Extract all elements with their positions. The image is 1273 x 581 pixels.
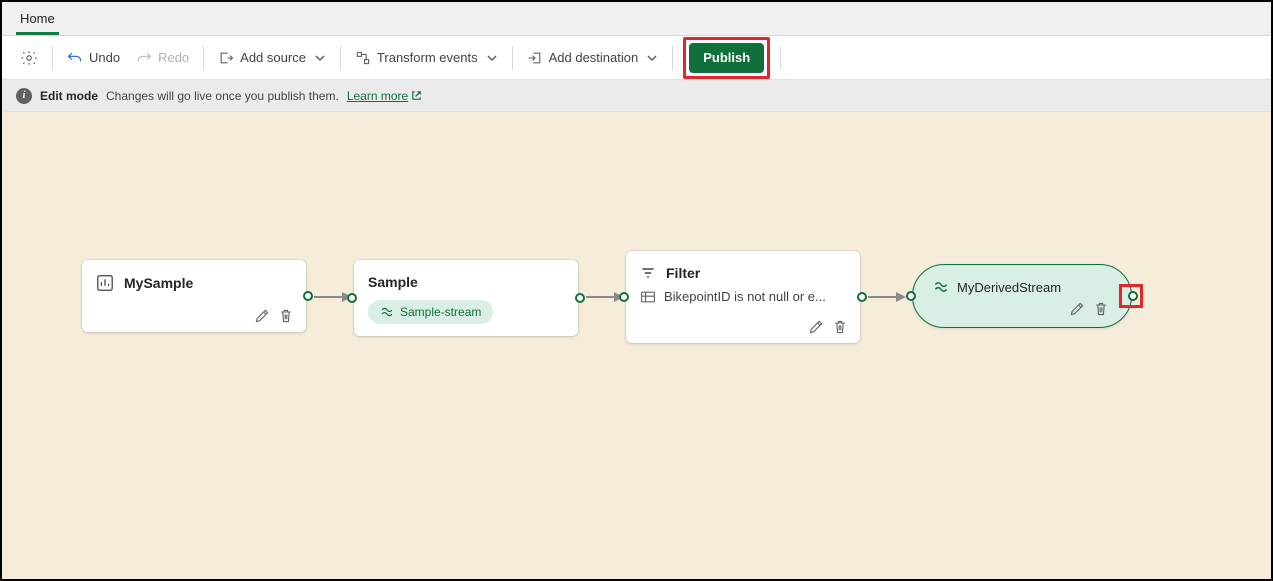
connector (312, 290, 352, 304)
transform-label: Transform events (377, 50, 478, 65)
edit-icon[interactable] (1069, 301, 1085, 317)
separator (340, 46, 341, 70)
chevron-down-icon (646, 52, 658, 64)
stream-chip[interactable]: Sample-stream (368, 300, 493, 324)
separator (512, 46, 513, 70)
separator (203, 46, 204, 70)
redo-label: Redo (158, 50, 189, 65)
edit-icon[interactable] (808, 319, 824, 335)
chip-label: Sample-stream (400, 305, 481, 319)
tab-home[interactable]: Home (16, 3, 59, 35)
toolbar: Undo Redo Add source Transform events Ad… (2, 36, 1271, 80)
add-destination-button[interactable]: Add destination (519, 42, 667, 74)
chevron-down-icon (314, 52, 326, 64)
add-source-label: Add source (240, 50, 306, 65)
connector (866, 290, 906, 304)
publish-label: Publish (703, 50, 750, 65)
filter-expression: BikepointID is not null or e... (664, 289, 826, 304)
node-destination[interactable]: MyDerivedStream (912, 264, 1132, 328)
node-mysample[interactable]: MySample (82, 260, 306, 332)
node-filter[interactable]: Filter BikepointID is not null or e... (626, 251, 860, 343)
transform-icon (355, 50, 371, 66)
add-destination-icon (527, 50, 543, 66)
undo-button[interactable]: Undo (59, 42, 128, 74)
node-title: MyDerivedStream (957, 280, 1061, 295)
filter-icon (640, 265, 656, 281)
bar-chart-icon (96, 274, 114, 292)
connector (584, 290, 624, 304)
output-port-highlight (1119, 284, 1143, 308)
node-title: MySample (124, 275, 193, 291)
stream-icon (380, 305, 394, 319)
undo-icon (67, 50, 83, 66)
edit-mode-message: Changes will go live once you publish th… (106, 89, 339, 103)
transform-events-button[interactable]: Transform events (347, 42, 506, 74)
gear-icon (20, 49, 38, 67)
edit-mode-label: Edit mode (40, 89, 98, 103)
flow-canvas[interactable]: MySample Sample Sample-stream Filter (2, 112, 1271, 579)
learn-more-label: Learn more (347, 89, 408, 103)
input-port[interactable] (347, 293, 357, 303)
field-icon (640, 290, 656, 304)
info-icon: i (16, 88, 32, 104)
delete-icon[interactable] (832, 319, 848, 335)
external-link-icon (411, 90, 422, 101)
publish-highlight: Publish (683, 37, 770, 79)
separator (780, 46, 781, 70)
separator (672, 46, 673, 70)
undo-label: Undo (89, 50, 120, 65)
node-title: Sample (368, 274, 418, 290)
redo-button[interactable]: Redo (128, 42, 197, 74)
add-source-icon (218, 50, 234, 66)
tab-strip: Home (2, 2, 1271, 36)
delete-icon[interactable] (1093, 301, 1109, 317)
settings-button[interactable] (12, 42, 46, 74)
add-source-button[interactable]: Add source (210, 42, 334, 74)
publish-button[interactable]: Publish (689, 43, 764, 73)
info-bar: i Edit mode Changes will go live once yo… (2, 80, 1271, 112)
input-port[interactable] (619, 292, 629, 302)
delete-icon[interactable] (278, 308, 294, 324)
stream-icon (933, 279, 949, 295)
chevron-down-icon (486, 52, 498, 64)
input-port[interactable] (906, 291, 916, 301)
learn-more-link[interactable]: Learn more (347, 89, 422, 103)
redo-icon (136, 50, 152, 66)
add-destination-label: Add destination (549, 50, 639, 65)
node-title: Filter (666, 265, 700, 281)
node-sample[interactable]: Sample Sample-stream (354, 260, 578, 336)
edit-icon[interactable] (254, 308, 270, 324)
separator (52, 46, 53, 70)
